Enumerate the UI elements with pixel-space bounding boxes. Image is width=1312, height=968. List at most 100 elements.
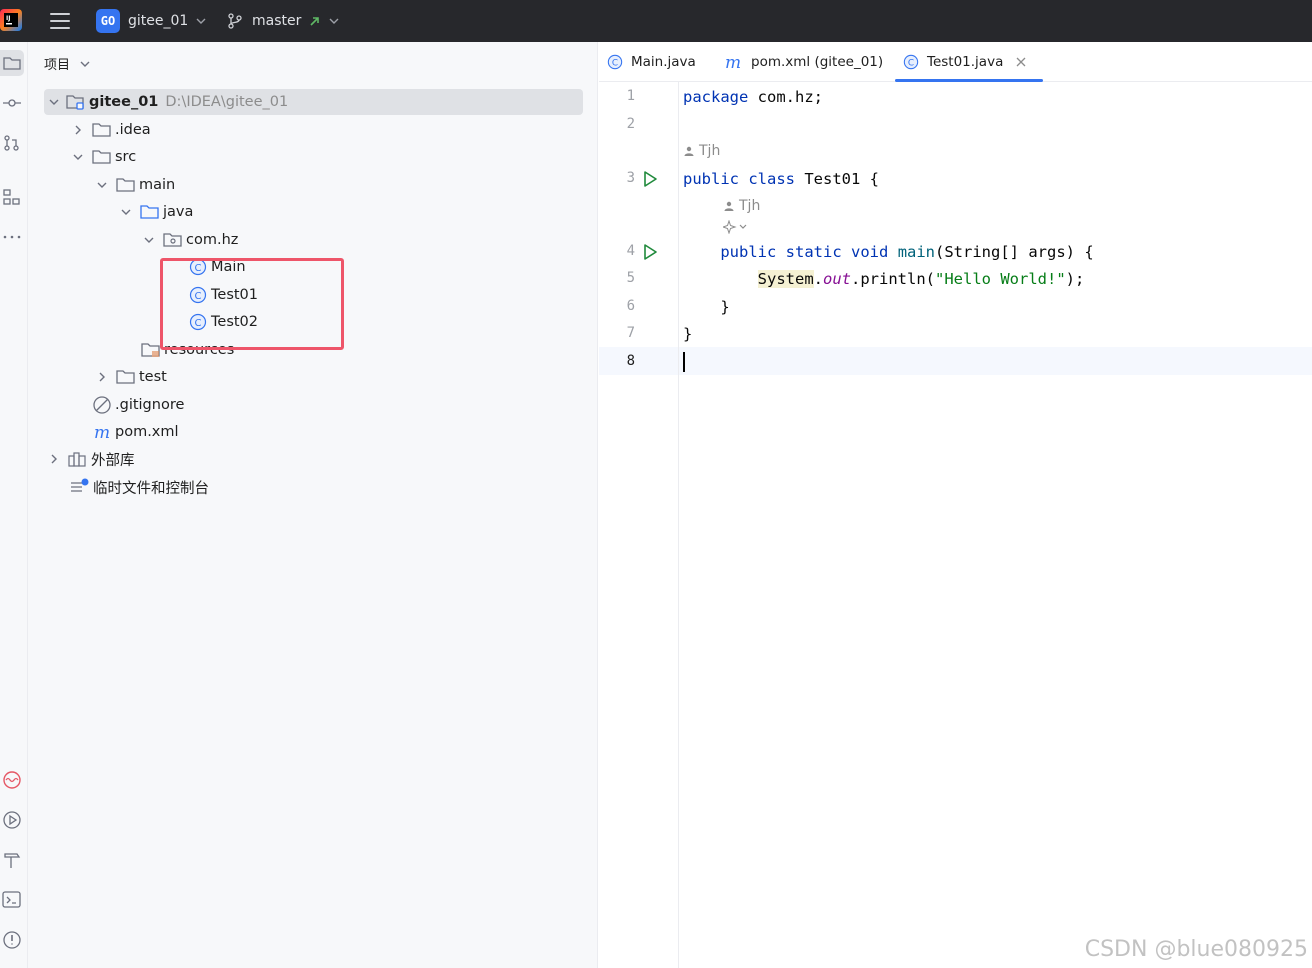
author-hint[interactable]: Tjh	[723, 198, 760, 214]
left-tool-strip	[0, 42, 28, 968]
chevron-right-icon[interactable]	[94, 369, 110, 385]
line-number: 3	[626, 170, 635, 186]
module-folder-icon	[66, 93, 86, 111]
tree-item-main[interactable]: main	[94, 172, 175, 198]
scratches-icon	[70, 478, 90, 496]
line-number: 4	[626, 243, 635, 259]
main-menu-button[interactable]	[48, 10, 72, 32]
class-icon: C	[188, 258, 208, 276]
line-number: 5	[626, 270, 635, 286]
tree-item-main-class[interactable]: C Main	[188, 254, 246, 280]
chevron-right-icon[interactable]	[46, 451, 62, 467]
run-play-icon[interactable]	[641, 243, 659, 261]
code-line-6[interactable]: }	[683, 298, 729, 316]
project-view-selector[interactable]: 项目	[44, 54, 90, 73]
editor-area: C Main.java m pom.xml (gitee_01) C Test0…	[599, 42, 1312, 968]
source-folder-icon	[140, 203, 160, 221]
project-name: gitee_01	[128, 13, 189, 29]
line-number: 2	[626, 116, 635, 132]
ai-assistant-hint[interactable]	[723, 220, 749, 234]
code-keyword: package	[683, 88, 749, 106]
editor-gutter: 1 2 3 4 5 6 7 8	[599, 82, 679, 968]
code-class: System	[757, 270, 814, 288]
tree-item-idea[interactable]: .idea	[70, 117, 151, 143]
project-panel: 项目 gitee_01 D:\IDEA\gitee_01 .idea src m…	[28, 42, 598, 968]
tree-item-test[interactable]: test	[94, 364, 167, 390]
tree-item-label: 外部库	[91, 452, 135, 469]
chevron-down-icon[interactable]	[46, 94, 62, 110]
intellij-logo-icon[interactable]: IJ	[0, 9, 22, 31]
class-icon: C	[607, 54, 623, 70]
chevron-down-icon[interactable]	[141, 232, 157, 248]
code-text: .println(	[851, 270, 935, 288]
tree-item-test01-class[interactable]: C Test01	[188, 282, 258, 308]
services-tool-button[interactable]	[0, 807, 24, 833]
problems-tool-button[interactable]	[0, 927, 24, 953]
more-tools-button[interactable]	[0, 224, 24, 250]
text-caret	[683, 352, 685, 372]
tab-label: pom.xml (gitee_01)	[751, 54, 884, 70]
tree-item-java[interactable]: java	[118, 199, 193, 225]
tree-item-resources[interactable]: resources	[141, 337, 234, 363]
terminal-tool-button[interactable]	[0, 887, 24, 913]
profiler-tool-button[interactable]	[0, 767, 24, 793]
tree-item-test02-class[interactable]: C Test02	[188, 309, 258, 335]
structure-tool-button[interactable]	[0, 184, 24, 210]
pull-requests-tool-button[interactable]	[0, 130, 24, 156]
author-hint[interactable]: Tjh	[683, 143, 720, 159]
project-selector[interactable]: GO gitee_01	[96, 8, 206, 34]
tree-item-scratches[interactable]: 临时文件和控制台	[70, 474, 209, 500]
tree-item-path: D:\IDEA\gitee_01	[165, 94, 289, 110]
tab-main-java[interactable]: C Main.java	[607, 42, 696, 82]
code-line-3[interactable]: public class Test01 {	[683, 170, 879, 188]
svg-text:C: C	[908, 59, 914, 69]
close-icon[interactable]	[1015, 56, 1027, 68]
chevron-down-icon[interactable]	[118, 204, 134, 220]
commit-tool-button[interactable]	[0, 90, 24, 116]
code-text: );	[1065, 270, 1085, 288]
tree-item-pom-xml[interactable]: m pom.xml	[92, 419, 179, 445]
branch-selector[interactable]: master	[226, 8, 339, 34]
tree-item-label: Test01	[211, 287, 259, 303]
class-icon: C	[188, 286, 208, 304]
tree-item-label: .gitignore	[115, 397, 185, 413]
code-keyword: public	[683, 170, 739, 188]
tab-test01-java[interactable]: C Test01.java	[894, 42, 1044, 82]
chevron-down-icon	[80, 61, 90, 67]
code-line-4[interactable]: public static void main(String[] args) {	[683, 243, 1093, 261]
code-method: main	[897, 243, 936, 261]
chevron-down-icon	[329, 18, 339, 24]
chevron-down-icon[interactable]	[94, 177, 110, 193]
package-icon	[163, 231, 183, 249]
tree-item-gitee-01[interactable]: gitee_01 D:\IDEA\gitee_01	[44, 89, 583, 115]
line-number: 6	[626, 298, 635, 314]
tree-item-external-libraries[interactable]: 外部库	[46, 446, 135, 472]
current-line-highlight	[599, 347, 1312, 375]
build-tool-button[interactable]	[0, 847, 24, 873]
tree-item-com-hz[interactable]: com.hz	[141, 227, 238, 253]
code-line-7[interactable]: }	[683, 325, 692, 343]
project-badge: GO	[96, 9, 120, 33]
project-tool-button[interactable]	[0, 50, 24, 76]
tree-item-gitignore[interactable]: .gitignore	[92, 392, 184, 418]
code-line-5[interactable]: System.out.println("Hello World!");	[683, 270, 1084, 288]
run-play-icon[interactable]	[641, 170, 659, 188]
user-icon	[684, 146, 694, 156]
code-keyword: public	[720, 243, 777, 261]
tree-item-label: test	[139, 369, 167, 385]
panel-title: 项目	[44, 58, 71, 73]
chevron-down-icon	[196, 18, 206, 24]
git-branch-icon	[228, 13, 242, 29]
tree-item-label: Main	[211, 259, 246, 275]
editor-tabs: C Main.java m pom.xml (gitee_01) C Test0…	[599, 42, 1312, 82]
maven-icon: m	[92, 423, 112, 441]
chevron-down-icon[interactable]	[70, 149, 86, 165]
class-icon: C	[188, 313, 208, 331]
chevron-right-icon[interactable]	[70, 122, 86, 138]
code-line-1[interactable]: package com.hz;	[683, 88, 823, 106]
warning-circle-icon	[3, 931, 21, 949]
code-keyword: void	[851, 243, 889, 261]
tab-pom-xml[interactable]: m pom.xml (gitee_01)	[723, 42, 883, 82]
tree-item-label: gitee_01	[89, 94, 159, 110]
tree-item-src[interactable]: src	[70, 144, 136, 170]
